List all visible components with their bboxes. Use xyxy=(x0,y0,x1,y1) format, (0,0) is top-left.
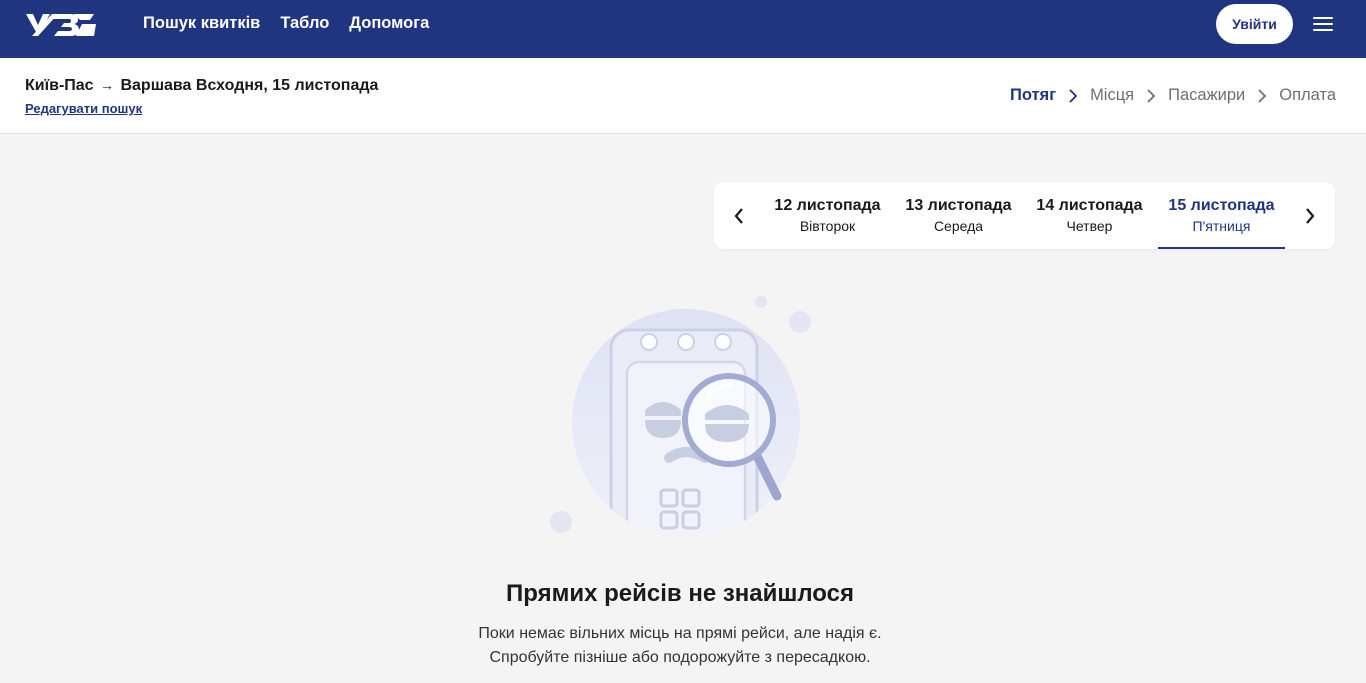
date-tab-weekday: П'ятниця xyxy=(1192,218,1251,234)
date-tab-weekday: Четвер xyxy=(1066,218,1113,234)
date-selector: 12 листопада Вівторок 13 листопада Серед… xyxy=(714,182,1335,249)
nav-board[interactable]: Табло xyxy=(280,14,329,33)
chevron-right-icon xyxy=(1147,88,1156,103)
chevron-left-icon xyxy=(734,208,743,224)
step-passengers[interactable]: Пасажири xyxy=(1168,86,1245,105)
bubble-icon xyxy=(789,311,811,333)
main-nav: Пошук квитків Табло Допомога xyxy=(143,14,429,33)
empty-state-line: Спробуйте пізніше або подорожуйте з пере… xyxy=(489,649,871,666)
nav-help[interactable]: Допомога xyxy=(349,14,429,33)
date-tab-date: 12 листопада xyxy=(774,197,881,214)
top-bar: Пошук квитків Табло Допомога Увійти xyxy=(0,0,1366,58)
step-seats[interactable]: Місця xyxy=(1090,86,1134,105)
date-tab[interactable]: 13 листопада Середа xyxy=(895,182,1022,249)
date-tab-weekday: Вівторок xyxy=(799,218,856,234)
login-button[interactable]: Увійти xyxy=(1216,4,1293,44)
date-tab-date: 14 листопада xyxy=(1036,197,1143,214)
step-train[interactable]: Потяг xyxy=(1010,86,1056,105)
chevron-right-icon xyxy=(1069,88,1078,103)
route-summary: Київ-Пас → Варшава Всходня, 15 листопада xyxy=(25,77,378,95)
bubble-icon xyxy=(550,511,572,533)
date-tab[interactable]: 14 листопада Четвер xyxy=(1026,182,1153,249)
no-trains-illustration xyxy=(550,296,811,537)
chevron-right-icon xyxy=(1258,88,1267,103)
empty-state-line: Поки немає вільних місць на прямі рейси,… xyxy=(478,625,882,642)
date-tab-date: 13 листопада xyxy=(905,197,1012,214)
booking-steps: Потяг Місця Пасажири Оплата xyxy=(1010,86,1336,105)
date-tab-weekday: Середа xyxy=(933,218,984,234)
route-to: Варшава Всходня, 15 листопада xyxy=(120,77,379,94)
date-tab-date: 15 листопада xyxy=(1168,197,1275,214)
arrow-right-icon: → xyxy=(100,77,115,93)
date-tab-active[interactable]: 15 листопада П'ятниця xyxy=(1158,182,1285,249)
chevron-right-icon xyxy=(1306,208,1315,224)
nav-ticket-search[interactable]: Пошук квитків xyxy=(143,14,260,33)
step-payment[interactable]: Оплата xyxy=(1279,86,1336,105)
bubble-icon xyxy=(755,296,767,308)
uz-logo[interactable] xyxy=(24,10,96,40)
empty-state-description: Поки немає вільних місць на прямі рейси,… xyxy=(0,622,1360,670)
edit-search-link[interactable]: Редагувати пошук xyxy=(25,101,142,116)
date-tab[interactable]: 12 листопада Вівторок xyxy=(764,182,891,249)
route-from: Київ-Пас xyxy=(25,77,94,94)
prev-dates-button[interactable] xyxy=(728,204,750,228)
search-summary-bar: Київ-Пас → Варшава Всходня, 15 листопада… xyxy=(0,58,1366,134)
next-dates-button[interactable] xyxy=(1299,204,1321,228)
empty-state-title: Прямих рейсів не знайшлося xyxy=(506,580,854,607)
hamburger-menu-icon[interactable] xyxy=(1311,13,1335,35)
